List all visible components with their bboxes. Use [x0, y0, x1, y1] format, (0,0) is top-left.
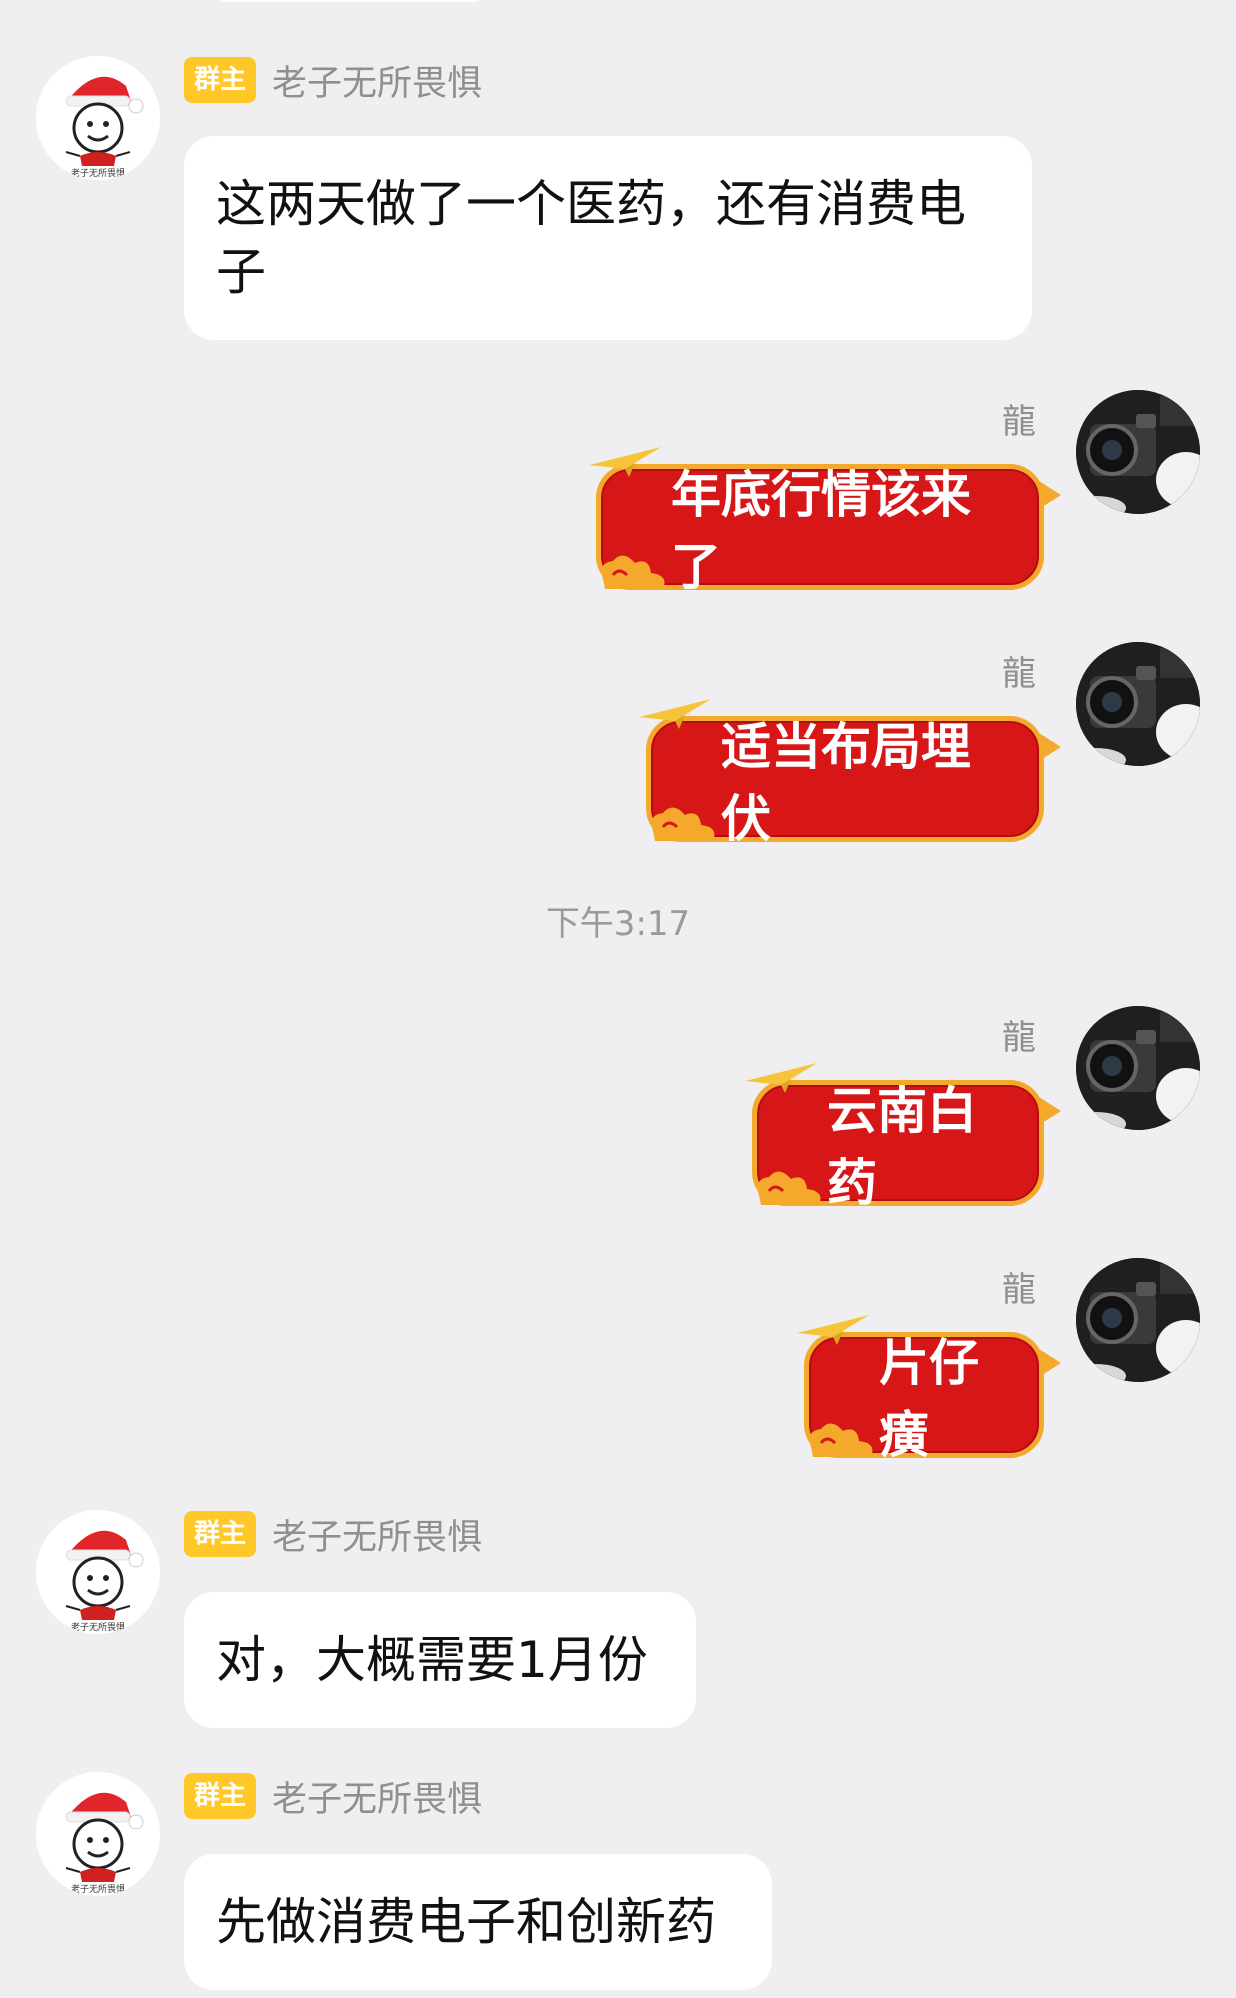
owner-avatar[interactable]: 老子无所畏惧: [36, 1772, 160, 1896]
camera-photo-icon: [1076, 1006, 1200, 1130]
auspicious-cloud-icon: [809, 1423, 873, 1457]
svg-text:老子无所畏惧: 老子无所畏惧: [71, 167, 125, 179]
owner-avatar[interactable]: 老子无所畏惧: [36, 56, 160, 180]
message-text: 对，大概需要1月份: [216, 1631, 648, 1689]
camera-photo-icon: [1076, 390, 1200, 514]
message-text: 片仔癀: [879, 1334, 979, 1464]
santa-face-icon: 老子无所畏惧: [36, 1772, 160, 1896]
owner-badge: 群主: [184, 1773, 257, 1819]
my-name: 龍: [1002, 1270, 1036, 1310]
paper-plane-icon: [639, 699, 711, 729]
my-name: 龍: [1002, 654, 1036, 694]
message-text: 年底行情该来了: [671, 466, 971, 596]
my-avatar[interactable]: [1076, 1258, 1200, 1382]
festive-message-bubble[interactable]: 片仔癀: [797, 1315, 1061, 1464]
message-text: 云南白药: [827, 1082, 977, 1212]
bubble-tail: [1039, 1349, 1061, 1377]
message-bubble[interactable]: 对，大概需要1月份: [184, 1592, 696, 1728]
paper-plane-icon: [745, 1063, 817, 1093]
my-avatar[interactable]: [1076, 1006, 1200, 1130]
bubble-tail: [1039, 1097, 1061, 1125]
paper-plane-icon: [589, 447, 661, 477]
auspicious-cloud-icon: [757, 1171, 821, 1205]
message-text: 先做消费电子和创新药: [216, 1893, 716, 1951]
my-name: 龍: [1002, 402, 1036, 442]
svg-text:老子无所畏惧: 老子无所畏惧: [71, 1621, 125, 1633]
message-bubble[interactable]: 这两天做了一个医药，还有消费电子: [184, 136, 1032, 340]
my-avatar[interactable]: [1076, 642, 1200, 766]
owner-badge: 群主: [184, 57, 257, 103]
paper-plane-icon: [797, 1315, 869, 1345]
my-avatar[interactable]: [1076, 390, 1200, 514]
festive-message-bubble[interactable]: 年底行情该来了: [589, 447, 1061, 596]
auspicious-cloud-icon: [651, 807, 715, 841]
sender-line: 群主 老子无所畏惧: [184, 1772, 482, 1820]
message-text: 适当布局埋伏: [721, 718, 971, 848]
bubble-tail: [1039, 733, 1061, 761]
sender-name[interactable]: 老子无所畏惧: [272, 1771, 482, 1822]
owner-badge: 群主: [184, 1511, 257, 1557]
sender-line: 群主 老子无所畏惧: [184, 56, 482, 104]
auspicious-cloud-icon: [601, 555, 665, 589]
festive-message-bubble[interactable]: 云南白药: [745, 1063, 1061, 1212]
timestamp: 下午3:17: [545, 904, 691, 944]
message-text: 这两天做了一个医药，还有消费电子: [216, 175, 966, 301]
previous-message-edge: [210, 0, 490, 2]
sender-name[interactable]: 老子无所畏惧: [272, 55, 482, 106]
sender-line: 群主 老子无所畏惧: [184, 1510, 482, 1558]
camera-photo-icon: [1076, 1258, 1200, 1382]
santa-face-icon: 老子无所畏惧: [36, 1510, 160, 1634]
santa-face-icon: 老子无所畏惧: [36, 56, 160, 180]
sender-name[interactable]: 老子无所畏惧: [272, 1509, 482, 1560]
svg-text:老子无所畏惧: 老子无所畏惧: [71, 1883, 125, 1895]
camera-photo-icon: [1076, 642, 1200, 766]
message-bubble[interactable]: 先做消费电子和创新药: [184, 1854, 772, 1990]
my-name: 龍: [1002, 1018, 1036, 1058]
bubble-tail: [1039, 481, 1061, 509]
festive-message-bubble[interactable]: 适当布局埋伏: [639, 699, 1061, 848]
owner-avatar[interactable]: 老子无所畏惧: [36, 1510, 160, 1634]
